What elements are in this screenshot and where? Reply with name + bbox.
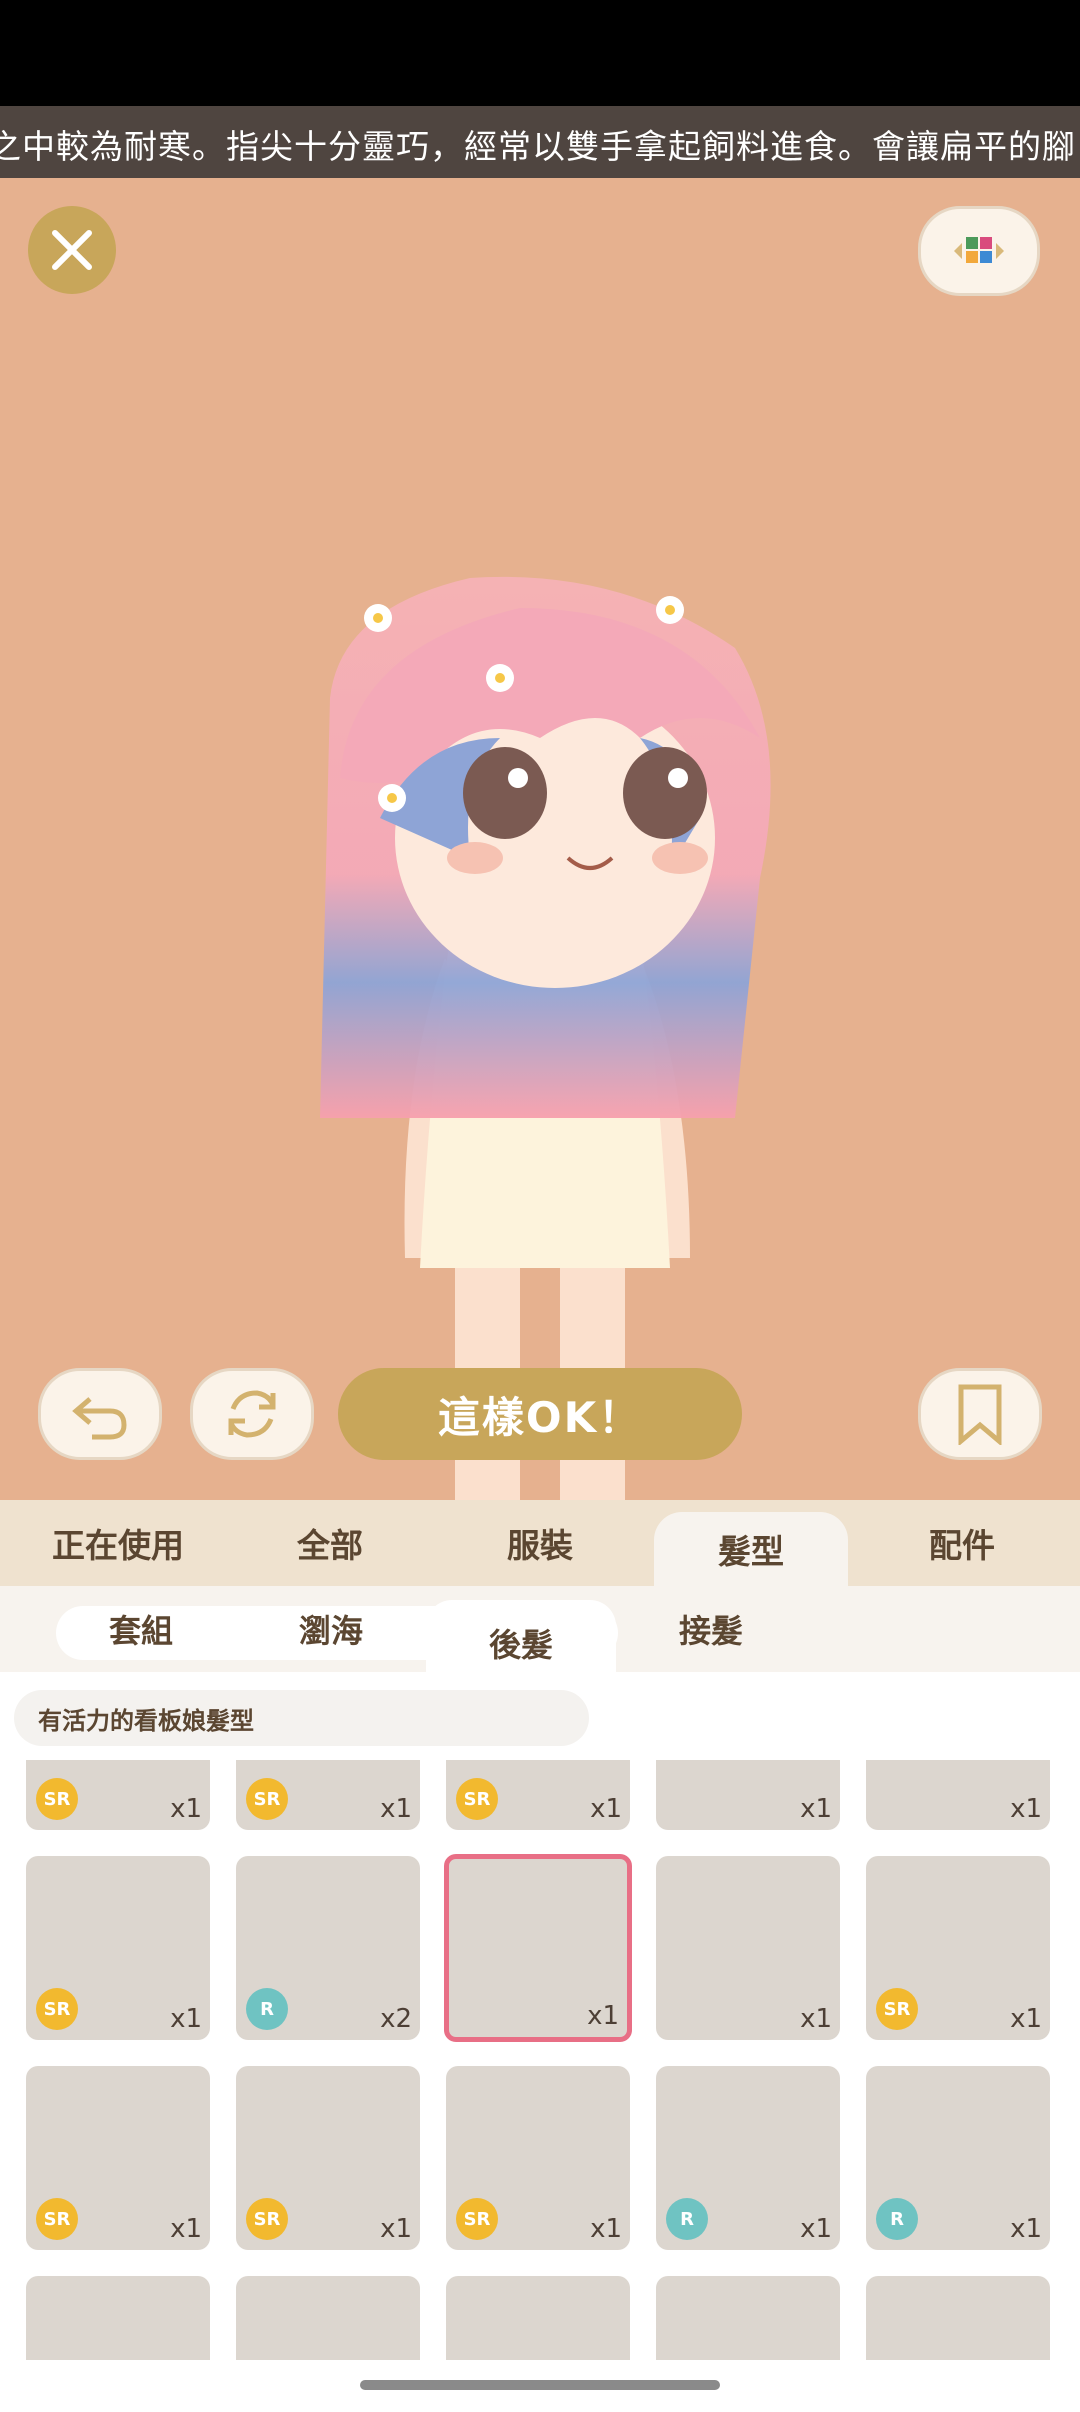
- close-icon: [52, 230, 92, 270]
- item-quantity: x1: [587, 2001, 619, 2031]
- hair-item[interactable]: SR x1: [236, 2066, 420, 2250]
- ticker-text: 之中較為耐寒。指尖十分靈巧，經常以雙手拿起飼料進食。會讓扁平的腳: [0, 127, 1076, 166]
- tab-label: 全部: [297, 1526, 363, 1565]
- description-ticker: 之中較為耐寒。指尖十分靈巧，經常以雙手拿起飼料進食。會讓扁平的腳: [0, 106, 1080, 178]
- confirm-label: 這樣OK！: [437, 1392, 643, 1442]
- hair-item[interactable]: Rx1: [656, 2066, 840, 2250]
- hair-item[interactable]: x1: [866, 1760, 1050, 1830]
- hair-item[interactable]: SR x1: [866, 1856, 1050, 2040]
- undo-icon: [72, 1397, 127, 1440]
- item-quantity: x1: [590, 2214, 622, 2244]
- tab-accessories[interactable]: 配件: [854, 1500, 1070, 1586]
- hair-item[interactable]: [446, 2276, 630, 2360]
- rarity-badge: SR: [36, 2198, 78, 2240]
- subtab-extensions[interactable]: 接髮: [626, 1586, 796, 1672]
- tab-label: 配件: [929, 1526, 995, 1565]
- palette-switch-icon: [954, 237, 1004, 263]
- hair-item[interactable]: [866, 2276, 1050, 2360]
- item-quantity: x1: [170, 2214, 202, 2244]
- hair-subtabs: 套組 瀏海 後髮 接髮: [0, 1586, 1080, 1686]
- tab-hairstyle[interactable]: 髮型: [654, 1512, 848, 1586]
- rarity-badge: SR: [246, 1778, 288, 1820]
- rarity-badge: R: [246, 1988, 288, 2030]
- hair-item[interactable]: Rx1: [866, 2066, 1050, 2250]
- refresh-icon: [228, 1390, 276, 1438]
- hair-item[interactable]: SR x1: [236, 1760, 420, 1830]
- hair-item[interactable]: SR x1: [26, 1856, 210, 2040]
- item-grid: SR x1 SR x1 SR x1 x1 x1 SR x1 Rx2 x1 x1 SR x1…: [0, 1760, 1080, 2360]
- status-bar: [0, 0, 1080, 106]
- hair-item[interactable]: SR x1: [26, 1760, 210, 1830]
- category-tabs: 正在使用 全部 服裝 髮型 配件: [0, 1500, 1080, 1586]
- confirm-button[interactable]: 這樣OK！: [338, 1368, 742, 1460]
- tab-label: 髮型: [718, 1532, 784, 1571]
- item-quantity: x1: [1010, 1794, 1042, 1824]
- item-quantity: x1: [800, 2214, 832, 2244]
- avatar-stage: 這樣OK！: [0, 178, 1080, 1500]
- hair-item[interactable]: SR x1: [26, 2066, 210, 2250]
- rarity-badge: R: [666, 2198, 708, 2240]
- item-quantity: x1: [1010, 2214, 1042, 2244]
- background-switch-button[interactable]: [918, 206, 1040, 296]
- rarity-badge: SR: [36, 1988, 78, 2030]
- item-quantity: x1: [800, 1794, 832, 1824]
- subtab-back-hair[interactable]: 後髮: [426, 1600, 616, 1686]
- subtab-label: 後髮: [488, 1626, 553, 1664]
- rarity-badge: SR: [876, 1988, 918, 2030]
- item-quantity: x1: [170, 2004, 202, 2034]
- subtab-bangs[interactable]: 瀏海: [246, 1586, 416, 1672]
- close-button[interactable]: [28, 206, 116, 294]
- tab-label: 服裝: [507, 1526, 573, 1565]
- item-quantity: x1: [380, 1794, 412, 1824]
- bookmark-icon: [958, 1384, 1002, 1445]
- filter-label[interactable]: 有活力的看板娘髮型: [14, 1690, 589, 1746]
- item-quantity: x1: [1010, 2004, 1042, 2034]
- rarity-badge: SR: [456, 1778, 498, 1820]
- subtab-label: 套組: [108, 1612, 173, 1650]
- hair-item[interactable]: x1: [656, 1856, 840, 2040]
- tab-in-use[interactable]: 正在使用: [10, 1500, 226, 1586]
- hair-item[interactable]: x1: [656, 1760, 840, 1830]
- randomize-button[interactable]: [190, 1368, 314, 1460]
- hair-item-selected[interactable]: x1: [444, 1854, 632, 2042]
- hair-item[interactable]: SR x1: [446, 2066, 630, 2250]
- tab-all[interactable]: 全部: [222, 1500, 438, 1586]
- rarity-badge: R: [876, 2198, 918, 2240]
- item-quantity: x1: [590, 1794, 622, 1824]
- undo-button[interactable]: [38, 1368, 162, 1460]
- rarity-badge: SR: [456, 2198, 498, 2240]
- hair-item[interactable]: [236, 2276, 420, 2360]
- hair-item[interactable]: SR x1: [446, 1760, 630, 1830]
- hair-item[interactable]: [656, 2276, 840, 2360]
- bookmark-button[interactable]: [918, 1368, 1042, 1460]
- avatar-character: [320, 576, 771, 1500]
- rarity-badge: SR: [36, 1778, 78, 1820]
- subtab-label: 瀏海: [298, 1612, 363, 1650]
- hair-item[interactable]: [26, 2276, 210, 2360]
- item-quantity: x1: [170, 1794, 202, 1824]
- hair-item[interactable]: Rx2: [236, 1856, 420, 2040]
- subtab-label: 接髮: [678, 1612, 743, 1650]
- item-quantity: x2: [380, 2004, 412, 2034]
- rarity-badge: SR: [246, 2198, 288, 2240]
- item-quantity: x1: [380, 2214, 412, 2244]
- filter-text: 有活力的看板娘髮型: [38, 1706, 254, 1735]
- tab-label: 正在使用: [52, 1526, 184, 1565]
- item-quantity: x1: [800, 2004, 832, 2034]
- home-indicator[interactable]: [360, 2380, 720, 2390]
- subtab-set[interactable]: 套組: [56, 1586, 226, 1672]
- tab-clothing[interactable]: 服裝: [432, 1500, 648, 1586]
